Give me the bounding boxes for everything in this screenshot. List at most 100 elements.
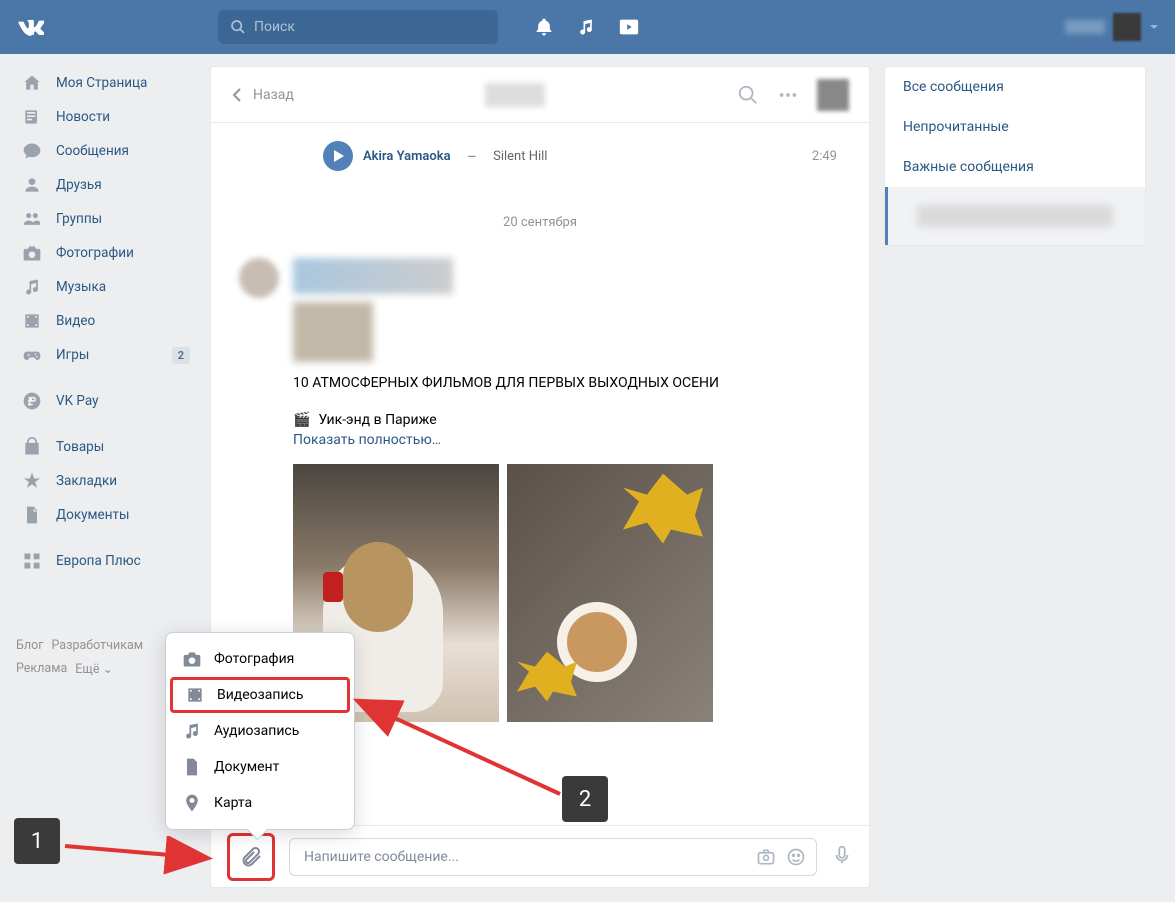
nav-my-page[interactable]: Моя Страница	[16, 66, 196, 100]
nav-groups[interactable]: Группы	[16, 202, 196, 236]
audio-attachment: Akira Yamaoka – Silent Hill 2:49	[315, 133, 855, 179]
nav-label: Музыка	[56, 279, 106, 295]
nav-europa-plus[interactable]: Европа Плюс	[16, 544, 196, 578]
film-icon	[22, 311, 42, 331]
star-icon	[22, 471, 42, 491]
search-icon[interactable]	[737, 84, 759, 106]
gamepad-icon	[22, 345, 42, 365]
filter-active-blur	[917, 205, 1113, 227]
mic-button[interactable]	[831, 844, 853, 870]
footer-link-blog[interactable]: Блог	[16, 638, 43, 653]
attach-photo[interactable]: Фотография	[166, 641, 354, 677]
search-input[interactable]	[254, 19, 486, 35]
show-more-link[interactable]: Показать полностью…	[293, 432, 841, 448]
nav-label: Друзья	[56, 177, 102, 193]
friends-icon	[22, 175, 42, 195]
search-icon	[230, 19, 246, 35]
music-note-icon	[22, 277, 42, 297]
play-button[interactable]	[323, 141, 353, 171]
camera-icon	[182, 649, 202, 669]
pin-icon	[182, 793, 202, 813]
tv-icon[interactable]	[618, 16, 640, 38]
attach-label: Карта	[214, 795, 252, 811]
footer-link-dev[interactable]: Разработчикам	[51, 638, 143, 653]
emoji-icon[interactable]	[786, 847, 806, 867]
attach-label: Аудиозапись	[214, 723, 299, 739]
topbar-icons	[534, 16, 640, 38]
nav-vkpay[interactable]: VK Pay	[16, 384, 196, 418]
attach-video[interactable]: Видеозапись	[170, 677, 350, 713]
annotation-2: 2	[562, 776, 608, 822]
attach-button[interactable]	[227, 833, 275, 881]
message-avatar[interactable]	[239, 258, 279, 298]
post-image-2[interactable]	[507, 464, 713, 722]
nav-shop[interactable]: Товары	[16, 430, 196, 464]
nav-friends[interactable]: Друзья	[16, 168, 196, 202]
nav-video[interactable]: Видео	[16, 304, 196, 338]
nav-label: Новости	[56, 109, 110, 125]
nav-label: Европа Плюс	[56, 553, 141, 569]
home-icon	[22, 73, 42, 93]
audio-artist[interactable]: Akira Yamaoka	[363, 149, 451, 164]
annotation-1: 1	[14, 818, 60, 864]
message-meta-blur	[293, 258, 453, 294]
camera-icon	[22, 243, 42, 263]
nav-label: Закладки	[56, 473, 117, 489]
nav-messages[interactable]: Сообщения	[16, 134, 196, 168]
back-button[interactable]: Назад	[231, 87, 294, 103]
nav-news[interactable]: Новости	[16, 100, 196, 134]
bell-icon[interactable]	[534, 17, 554, 37]
vk-logo-icon[interactable]	[16, 13, 44, 41]
attach-label: Фотография	[214, 651, 294, 667]
more-icon[interactable]	[777, 84, 799, 106]
attach-map[interactable]: Карта	[166, 785, 354, 821]
bag-icon	[22, 437, 42, 457]
attach-label: Документ	[214, 759, 279, 775]
nav-documents[interactable]: Документы	[16, 498, 196, 532]
nav-label: VK Pay	[56, 393, 99, 409]
nav-music[interactable]: Музыка	[16, 270, 196, 304]
nav-photos[interactable]: Фотографии	[16, 236, 196, 270]
camera-icon[interactable]	[756, 847, 776, 867]
filter-box: Все сообщения Непрочитанные Важные сообщ…	[884, 66, 1146, 246]
filter-active[interactable]	[885, 187, 1145, 245]
music-note-icon	[182, 721, 202, 741]
search-box[interactable]	[218, 10, 498, 44]
date-divider: 20 сентября	[225, 215, 855, 230]
doc-icon	[22, 505, 42, 525]
nav-games[interactable]: Игры2	[16, 338, 196, 372]
message-input[interactable]	[304, 849, 776, 865]
chevron-left-icon	[231, 87, 243, 103]
repost-avatar-blur	[293, 302, 373, 362]
nav-label: Видео	[56, 313, 95, 329]
paperclip-icon	[239, 845, 263, 869]
chat-input-row	[211, 825, 869, 887]
chevron-down-icon	[1149, 22, 1159, 32]
nav-label: Фотографии	[56, 245, 134, 261]
footer-link-ads[interactable]: Реклама	[16, 661, 67, 677]
post-headline: 10 АТМОСФЕРНЫХ ФИЛЬМОВ ДЛЯ ПЕРВЫХ ВЫХОДН…	[293, 374, 841, 394]
doc-icon	[182, 757, 202, 777]
messages-icon	[22, 141, 42, 161]
filter-important[interactable]: Важные сообщения	[885, 147, 1145, 187]
movie-title: Уик-энд в Париже	[318, 412, 436, 428]
filter-all[interactable]: Все сообщения	[885, 67, 1145, 107]
right-panel: Все сообщения Непрочитанные Важные сообщ…	[884, 66, 1146, 888]
filter-unread[interactable]: Непрочитанные	[885, 107, 1145, 147]
attach-label: Видеозапись	[217, 687, 303, 703]
footer-link-more[interactable]: Ещё ⌄	[75, 661, 113, 677]
post-images	[293, 464, 841, 722]
message-input-wrapper	[289, 838, 817, 876]
chat-title-blur	[485, 83, 545, 107]
user-menu[interactable]	[1065, 13, 1159, 41]
attach-doc[interactable]: Документ	[166, 749, 354, 785]
badge: 2	[172, 347, 190, 364]
news-icon	[22, 107, 42, 127]
nav-bookmarks[interactable]: Закладки	[16, 464, 196, 498]
music-icon[interactable]	[576, 17, 596, 37]
nav-label: Товары	[56, 439, 104, 455]
chat-header: Назад	[211, 67, 869, 123]
nav-label: Моя Страница	[56, 75, 147, 91]
attach-audio[interactable]: Аудиозапись	[166, 713, 354, 749]
chat-avatar[interactable]	[817, 79, 849, 111]
